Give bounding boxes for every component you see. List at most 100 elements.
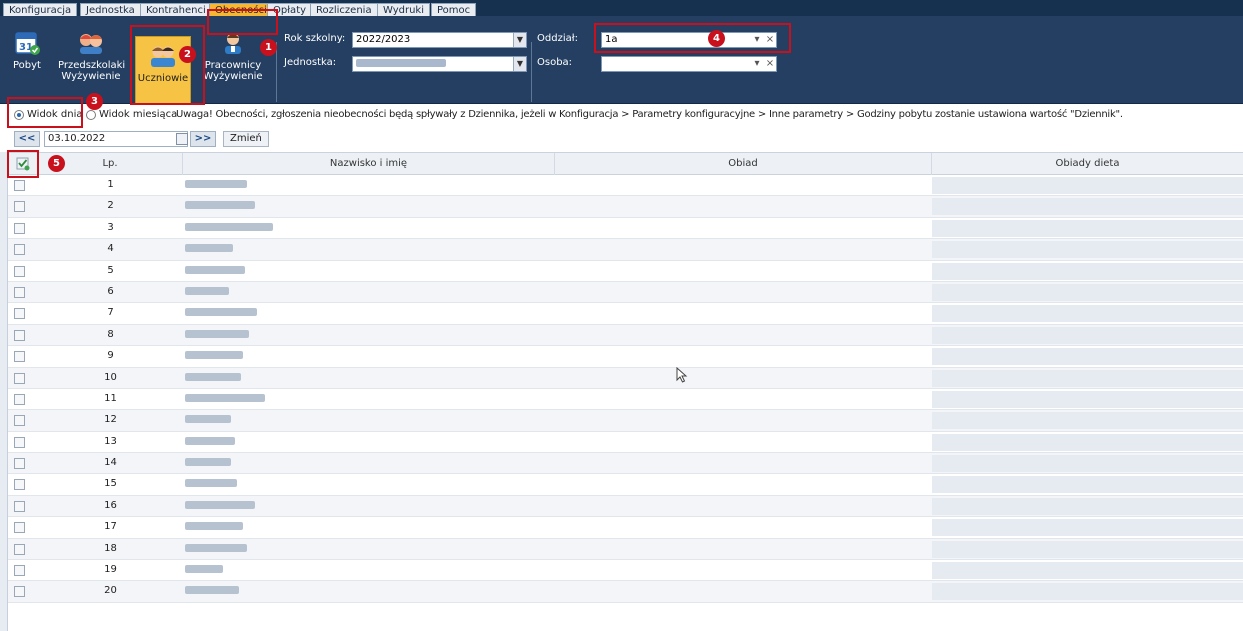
table-row[interactable]: 5 (8, 261, 1243, 282)
row-lp: 6 (107, 285, 114, 297)
menu-rozliczenia[interactable]: Rozliczenia (310, 3, 378, 16)
annotation-badge-3: 3 (86, 93, 103, 110)
row-checkbox[interactable] (14, 500, 25, 512)
table-row[interactable]: 7 (8, 303, 1243, 325)
col-nazwisko-imie[interactable]: Nazwisko i imię (183, 153, 555, 175)
pobyt-button[interactable]: 31 Pobyt (6, 16, 48, 104)
table-row[interactable]: 1 (8, 175, 1243, 197)
date-input[interactable]: 03.10.2022 (44, 131, 188, 147)
row-lp: 16 (104, 499, 117, 511)
menu-jednostka[interactable]: Jednostka (80, 3, 141, 16)
menu-pomoc[interactable]: Pomoc (431, 3, 477, 16)
row-dieta-cell[interactable] (932, 262, 1243, 280)
row-dieta-cell[interactable] (932, 433, 1243, 451)
annotation-box-5 (7, 150, 39, 178)
przedszkolaki-label-1: Przedszkolaki (58, 60, 126, 71)
col-obiad[interactable]: Obiad (555, 153, 932, 175)
row-checkbox[interactable] (14, 565, 25, 577)
row-checkbox[interactable] (14, 351, 25, 363)
row-checkbox[interactable] (14, 586, 25, 598)
table-row[interactable]: 9 (8, 346, 1243, 368)
row-dieta-cell[interactable] (932, 562, 1243, 580)
row-checkbox[interactable] (14, 372, 25, 384)
table-row[interactable]: 13 (8, 432, 1243, 454)
row-checkbox[interactable] (14, 180, 25, 191)
calendar-picker-icon[interactable] (176, 133, 188, 145)
clear-icon[interactable]: × (764, 57, 776, 71)
osoba-select[interactable]: × ▾ (601, 56, 777, 72)
chevron-down-icon[interactable]: ▼ (513, 33, 526, 47)
prev-date-button[interactable]: << (14, 131, 40, 147)
col-obiady-dieta[interactable]: Obiady dieta (932, 153, 1243, 175)
table-row[interactable]: 20 (8, 581, 1243, 603)
next-date-button[interactable]: >> (190, 131, 216, 147)
row-checkbox[interactable] (14, 265, 25, 277)
row-dieta-cell[interactable] (932, 348, 1243, 366)
row-checkbox[interactable] (14, 458, 25, 470)
table-row[interactable]: 2 (8, 196, 1243, 218)
row-checkbox[interactable] (14, 222, 25, 234)
ribbon-separator (531, 42, 532, 102)
row-name-redacted (183, 410, 555, 430)
table-row[interactable]: 11 (8, 389, 1243, 411)
pobyt-label: Pobyt (13, 60, 41, 71)
row-dieta-cell[interactable] (932, 177, 1243, 194)
row-checkbox[interactable] (14, 244, 25, 256)
row-dieta-cell[interactable] (932, 519, 1243, 537)
row-name-redacted (183, 239, 555, 259)
row-dieta-cell[interactable] (932, 326, 1243, 344)
chevron-down-icon[interactable]: ▼ (513, 57, 526, 71)
row-dieta-cell[interactable] (932, 305, 1243, 323)
table-row[interactable]: 17 (8, 517, 1243, 539)
row-dieta-cell[interactable] (932, 497, 1243, 515)
row-checkbox[interactable] (14, 479, 25, 491)
mouse-pointer-icon (676, 367, 688, 383)
zmien-button[interactable]: Zmień (223, 131, 269, 147)
row-dieta-cell[interactable] (932, 369, 1243, 387)
table-row[interactable]: 4 (8, 239, 1243, 261)
menu-konfiguracja[interactable]: Konfiguracja (3, 3, 78, 16)
left-gutter (0, 152, 8, 631)
calendar-icon: 31 (15, 32, 40, 55)
table-row[interactable]: 12 (8, 410, 1243, 432)
row-lp: 13 (104, 435, 117, 447)
table-row[interactable]: 19 (8, 560, 1243, 582)
row-dieta-cell[interactable] (932, 283, 1243, 301)
row-checkbox[interactable] (14, 308, 25, 320)
row-dieta-cell[interactable] (932, 412, 1243, 430)
row-checkbox[interactable] (14, 393, 25, 405)
row-checkbox[interactable] (14, 329, 25, 341)
przedszkolaki-wyzywienie-button[interactable]: Przedszkolaki Wyżywienie (58, 16, 126, 104)
row-dieta-cell[interactable] (932, 198, 1243, 216)
jednostka-select[interactable]: ▼ (352, 56, 527, 72)
widok-miesiaca-label[interactable]: Widok miesiąca (99, 104, 177, 126)
row-dieta-cell[interactable] (932, 390, 1243, 408)
rok-szkolny-select[interactable]: 2022/2023 ▼ (352, 32, 527, 48)
table-row[interactable]: 6 (8, 281, 1243, 304)
chevron-down-icon[interactable]: ▾ (751, 57, 763, 71)
table-row[interactable]: 14 (8, 453, 1243, 475)
row-checkbox[interactable] (14, 286, 25, 298)
row-checkbox[interactable] (14, 436, 25, 448)
menu-kontrahenci[interactable]: Kontrahenci (140, 3, 212, 16)
table-row[interactable]: 3 (8, 218, 1243, 240)
row-checkbox[interactable] (14, 522, 25, 534)
row-dieta-cell[interactable] (932, 241, 1243, 259)
row-lp: 11 (104, 392, 117, 404)
widok-miesiaca-radio[interactable] (86, 110, 96, 120)
menu-wydruki[interactable]: Wydruki (377, 3, 430, 16)
osoba-label: Osoba: (537, 57, 573, 68)
table-row[interactable]: 8 (8, 324, 1243, 347)
row-checkbox[interactable] (14, 543, 25, 555)
row-dieta-cell[interactable] (932, 476, 1243, 494)
row-dieta-cell[interactable] (932, 455, 1243, 473)
row-checkbox[interactable] (14, 415, 25, 427)
row-dieta-cell[interactable] (932, 583, 1243, 601)
row-dieta-cell[interactable] (932, 540, 1243, 558)
table-row[interactable]: 10 (8, 367, 1243, 389)
row-checkbox[interactable] (14, 201, 25, 213)
table-row[interactable]: 15 (8, 474, 1243, 496)
table-row[interactable]: 18 (8, 538, 1243, 561)
table-row[interactable]: 16 (8, 495, 1243, 518)
row-dieta-cell[interactable] (932, 219, 1243, 237)
